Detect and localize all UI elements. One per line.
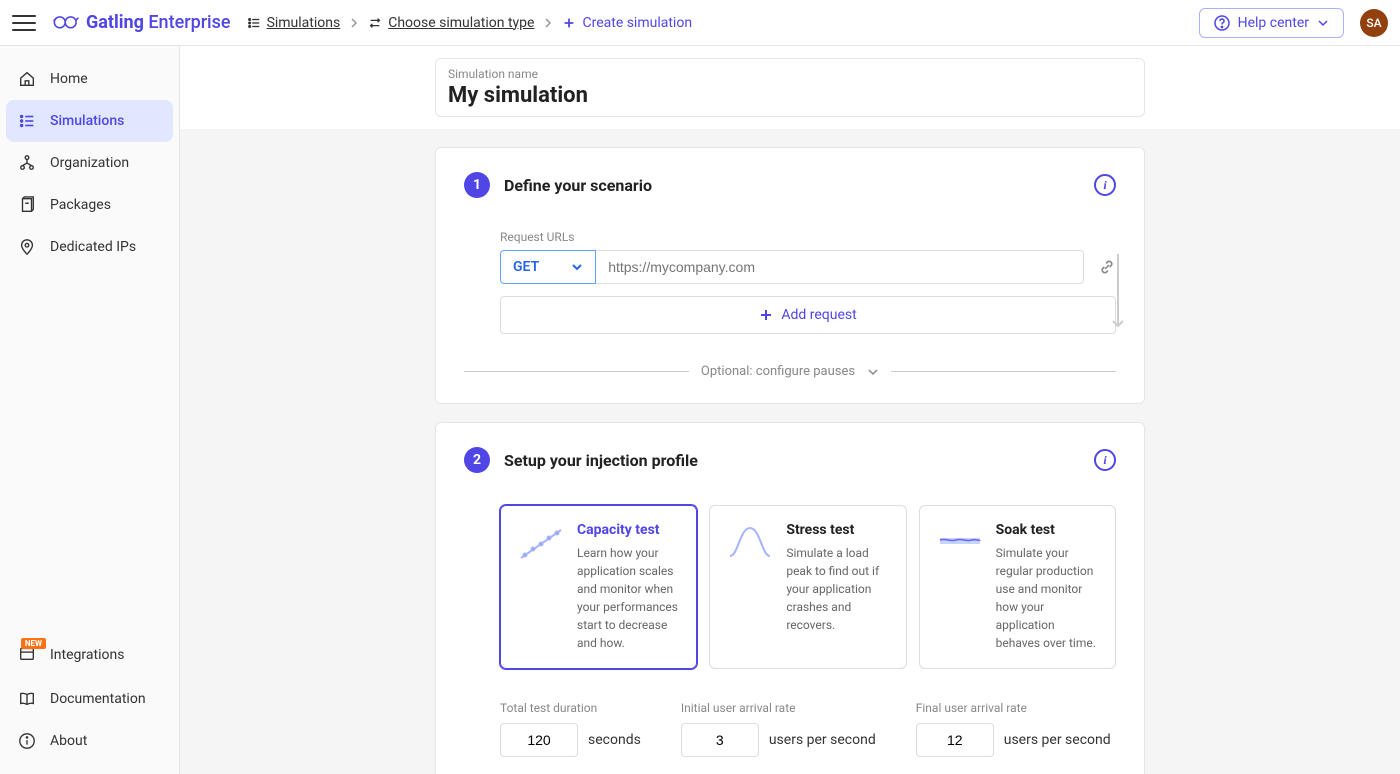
method-select[interactable]: GET — [500, 250, 596, 284]
logo[interactable]: Gatling Gatling EnterpriseEnterprise — [52, 12, 231, 33]
chevron-right-icon — [350, 17, 358, 29]
list-icon — [18, 112, 36, 130]
plus-icon — [562, 16, 576, 30]
sidebar-item-dedicated-ips[interactable]: Dedicated IPs — [6, 226, 173, 268]
sidebar-item-about[interactable]: About — [6, 720, 173, 762]
profile-title: Stress test — [786, 522, 889, 538]
add-request-button[interactable]: Add request — [500, 296, 1116, 334]
swap-icon — [368, 16, 382, 30]
param-input-final-rate[interactable] — [916, 723, 994, 757]
header: Gatling Gatling EnterpriseEnterprise Sim… — [0, 0, 1400, 46]
package-icon — [18, 196, 36, 214]
gatling-logo-icon — [52, 13, 80, 32]
info-icon[interactable]: i — [1094, 449, 1116, 471]
profile-soak-test[interactable]: Soak test Simulate your regular producti… — [919, 505, 1116, 669]
profile-desc: Simulate a load peak to find out if your… — [786, 544, 889, 634]
chevron-down-icon — [867, 368, 879, 376]
avatar[interactable]: SA — [1360, 9, 1388, 37]
profile-capacity-test[interactable]: Capacity test Learn how your application… — [500, 505, 697, 669]
step-title-1: Define your scenario — [504, 176, 1080, 195]
info-icon[interactable]: i — [1094, 174, 1116, 196]
url-input[interactable] — [596, 250, 1084, 284]
organization-icon — [18, 154, 36, 172]
stress-chart-icon — [726, 522, 774, 562]
step-number-1: 1 — [464, 172, 490, 198]
param-label-final-rate: Final user arrival rate — [916, 701, 1111, 715]
param-unit: seconds — [588, 732, 641, 748]
help-icon — [1214, 15, 1230, 31]
param-unit: users per second — [1004, 732, 1111, 748]
list-icon — [247, 16, 261, 30]
request-urls-label: Request URLs — [500, 230, 1116, 244]
chevron-down-icon — [1317, 19, 1329, 27]
step-title-2: Setup your injection profile — [504, 451, 1080, 470]
simulation-name-field[interactable]: Simulation name My simulation — [435, 58, 1145, 117]
location-icon — [18, 238, 36, 256]
profile-desc: Simulate your regular production use and… — [996, 544, 1099, 652]
param-label-duration: Total test duration — [500, 701, 641, 715]
arrow-down-icon — [1110, 254, 1126, 334]
chevron-right-icon — [544, 17, 552, 29]
sidebar-item-integrations[interactable]: NEW Integrations — [6, 632, 173, 678]
simulation-name-label: Simulation name — [448, 67, 1132, 81]
book-icon — [18, 690, 36, 708]
plus-icon — [759, 308, 773, 322]
breadcrumb-simulations[interactable]: Simulations — [247, 15, 341, 31]
main-content: Simulation name My simulation 1 Define y… — [180, 46, 1400, 774]
home-icon — [18, 70, 36, 88]
simulation-name-value: My simulation — [448, 83, 1132, 108]
param-unit: users per second — [769, 732, 876, 748]
help-center-button[interactable]: Help center — [1199, 8, 1344, 38]
profile-stress-test[interactable]: Stress test Simulate a load peak to find… — [709, 505, 906, 669]
info-icon — [18, 732, 36, 750]
sidebar-item-documentation[interactable]: Documentation — [6, 678, 173, 720]
step-number-2: 2 — [464, 447, 490, 473]
breadcrumb-choose-type[interactable]: Choose simulation type — [368, 15, 534, 31]
chevron-down-icon — [571, 263, 583, 271]
param-label-initial-rate: Initial user arrival rate — [681, 701, 876, 715]
sidebar-item-home[interactable]: Home — [6, 58, 173, 100]
configure-pauses-toggle[interactable]: Optional: configure pauses — [464, 364, 1116, 379]
logo-text: Gatling Gatling EnterpriseEnterprise — [86, 12, 231, 33]
injection-profile-card: 2 Setup your injection profile i Capacit… — [435, 422, 1145, 774]
new-badge: NEW — [21, 638, 46, 649]
profile-title: Capacity test — [577, 522, 680, 538]
profile-desc: Learn how your application scales and mo… — [577, 544, 680, 652]
hamburger-menu-icon[interactable] — [12, 13, 36, 33]
soak-chart-icon — [936, 522, 984, 562]
sidebar-item-simulations[interactable]: Simulations — [6, 100, 173, 142]
param-input-initial-rate[interactable] — [681, 723, 759, 757]
profile-title: Soak test — [996, 522, 1099, 538]
sidebar-item-organization[interactable]: Organization — [6, 142, 173, 184]
param-input-duration[interactable] — [500, 723, 578, 757]
sidebar: Home Simulations Organization Packages D… — [0, 46, 180, 774]
breadcrumb: Simulations Choose simulation type Creat… — [247, 15, 693, 31]
breadcrumb-create-simulation[interactable]: Create simulation — [562, 15, 692, 31]
sidebar-item-packages[interactable]: Packages — [6, 184, 173, 226]
scenario-card: 1 Define your scenario i Request URLs GE… — [435, 147, 1145, 404]
capacity-chart-icon — [517, 522, 565, 562]
